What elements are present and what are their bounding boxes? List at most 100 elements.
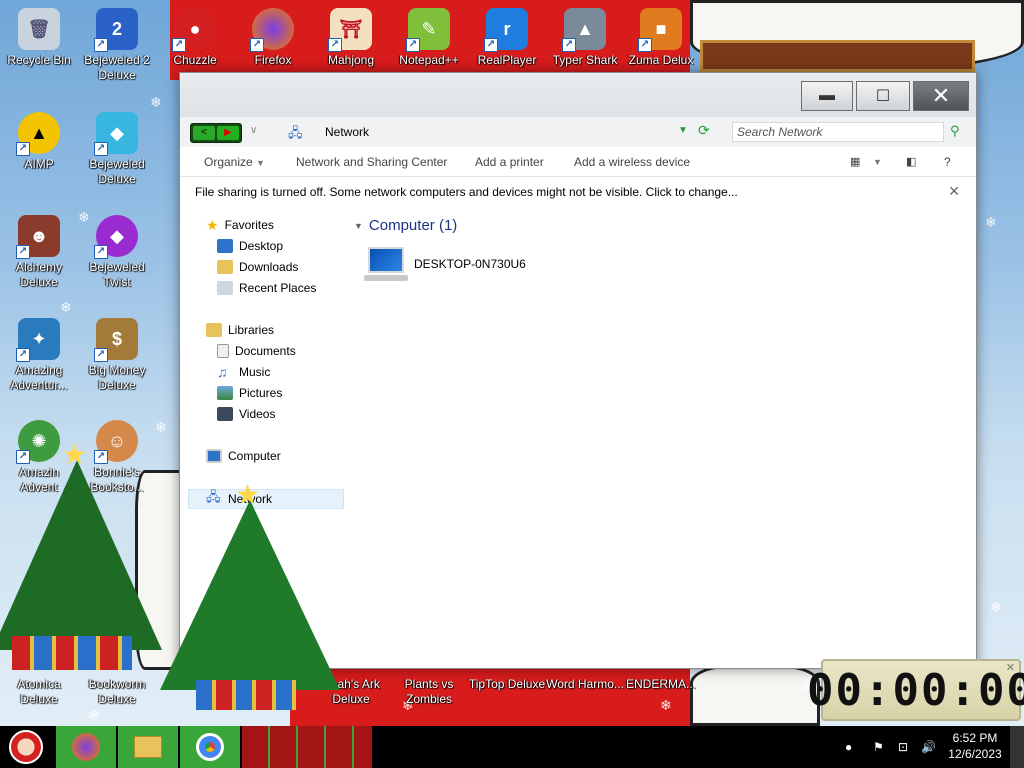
notepad-plus-icon: ✎ ↗	[406, 8, 450, 52]
taskbar-firefox[interactable]	[56, 726, 116, 768]
pictures-icon	[217, 386, 233, 400]
minimize-button[interactable]: ▬	[801, 81, 853, 111]
desktop-icon-bejeweled-twist[interactable]: ◆ ↗ Bejeweled Twist	[78, 215, 156, 290]
desktop-icon-bejeweled-2[interactable]: 2 ↗ Bejeweled 2 Deluxe	[78, 8, 156, 83]
snowflake-icon: ❄	[155, 420, 167, 436]
command-bar: Organize ▼ Network and Sharing Center Ad…	[180, 147, 976, 177]
organize-button[interactable]: Organize ▼	[204, 155, 265, 169]
chevron-down-icon: ▼	[256, 158, 265, 168]
network-sharing-center-button[interactable]: Network and Sharing Center	[296, 155, 447, 169]
preview-pane-icon[interactable]: ◧	[906, 155, 916, 168]
maximize-icon: ☐	[875, 88, 891, 105]
help-icon[interactable]: ?	[944, 155, 951, 169]
bejeweled-2-icon: 2 ↗	[94, 8, 138, 52]
taskbar-chrome[interactable]	[180, 726, 240, 768]
forward-button[interactable]: ▶	[217, 126, 239, 140]
snowflake-icon: ❄	[60, 300, 72, 316]
network-computer-name: DESKTOP-0N730U6	[414, 257, 526, 271]
close-icon[interactable]: ✕	[948, 183, 960, 200]
nav-pictures[interactable]: Pictures	[217, 383, 282, 403]
search-icon[interactable]: ⚲	[950, 123, 960, 139]
nav-music[interactable]: ♫ Music	[217, 362, 270, 382]
videos-icon	[217, 407, 233, 421]
taskbar-clock[interactable]: 6:52 PM 12/6/2023	[944, 730, 1006, 762]
add-printer-button[interactable]: Add a printer	[475, 155, 544, 169]
nav-buttons: < ▶	[190, 123, 242, 143]
search-input[interactable]: Search Network	[732, 122, 944, 142]
add-wireless-device-button[interactable]: Add a wireless device	[574, 155, 690, 169]
zuma-deluxe-icon: ■ ↗	[638, 8, 682, 52]
desktop-icon-big-money[interactable]: $ ↗ Big Money Deluxe	[78, 318, 156, 393]
close-icon: ✕	[931, 83, 951, 108]
maximize-button[interactable]: ☐	[856, 81, 910, 111]
chrome-icon	[196, 733, 224, 761]
view-chevron-icon[interactable]: ▼	[873, 157, 882, 167]
nav-documents[interactable]: Documents	[217, 341, 296, 361]
network-tray-icon[interactable]: ⊡	[898, 726, 908, 768]
bejeweled-twist-icon: ◆ ↗	[94, 215, 138, 259]
content-pane: ▼ Computer (1) DESKTOP-0N730U6	[350, 207, 978, 670]
notification-dot-icon[interactable]: ●	[845, 726, 852, 768]
presents	[12, 636, 132, 670]
clock-widget-display: 00:00:00	[807, 664, 1024, 716]
snowflake-icon: ❄	[150, 95, 162, 111]
info-bar[interactable]: File sharing is turned off. Some network…	[180, 177, 976, 207]
folder-icon	[134, 736, 162, 758]
nav-recent-places[interactable]: Recent Places	[217, 278, 316, 298]
volume-icon[interactable]: 🔊	[921, 726, 936, 768]
action-center-flag-icon[interactable]: ⚑	[873, 726, 884, 768]
nav-computer[interactable]: Computer	[206, 446, 281, 466]
info-bar-message[interactable]: File sharing is turned off. Some network…	[195, 185, 738, 199]
desktop-icon-alchemy-deluxe[interactable]: ☻ ↗ Alchemy Deluxe	[0, 215, 78, 290]
recent-places-icon	[217, 281, 233, 295]
view-options-icon[interactable]: ▦	[850, 155, 860, 168]
desktop-icon-chuzzle[interactable]: ● ↗ Chuzzle	[156, 8, 234, 68]
desktop-icon-realplayer[interactable]: r ↗ RealPlayer	[468, 8, 546, 68]
big-money-icon: $ ↗	[94, 318, 138, 362]
snowflake-icon: ❄	[985, 215, 997, 231]
taskbar-file-explorer[interactable]	[118, 726, 178, 768]
firefox-icon	[72, 733, 100, 761]
desktop-icon-notepad-plus[interactable]: ✎ ↗ Notepad++	[390, 8, 468, 68]
network-computer-item[interactable]: DESKTOP-0N730U6	[364, 247, 526, 281]
star-icon: ★	[235, 478, 261, 511]
start-button[interactable]	[0, 726, 52, 768]
computer-icon	[206, 449, 222, 463]
address-dropdown-icon[interactable]: ▼	[678, 125, 688, 136]
taskbar: ● ⚑ ⊡ 🔊 6:52 PM 12/6/2023	[0, 726, 1024, 768]
refresh-icon[interactable]: ⟳	[698, 122, 710, 139]
computer-monitor-icon	[364, 247, 408, 281]
group-header-computer[interactable]: ▼ Computer (1)	[354, 217, 457, 234]
nav-desktop[interactable]: Desktop	[217, 236, 283, 256]
picture-frame	[700, 40, 975, 72]
close-button[interactable]: ✕	[913, 81, 969, 111]
star-icon: ★	[62, 438, 88, 471]
desktop-icon-aimp[interactable]: ▲ ↗ AIMP	[0, 112, 78, 172]
close-icon[interactable]: ✕	[1006, 661, 1015, 674]
desktop-icon	[217, 239, 233, 253]
taskbar-running-window[interactable]	[242, 726, 372, 768]
desktop-icon-bejeweled-deluxe[interactable]: ◆ ↗ Bejeweled Deluxe	[78, 112, 156, 187]
address-bar: < ▶ ∨ 🖧 Network ▼ ⟳ Search Network ⚲	[180, 117, 976, 147]
desktop-icon-mahjong[interactable]: ⛩ ↗ Mahjong	[312, 8, 390, 68]
nav-favorites[interactable]: ★ Favorites	[206, 215, 274, 235]
desktop-icon-amazing-adventures[interactable]: ✦ ↗ Amazing Adventur...	[0, 318, 78, 393]
countdown-clock-widget[interactable]: 00:00:00 ✕	[807, 659, 1024, 721]
downloads-folder-icon	[217, 260, 233, 274]
chuzzle-icon: ● ↗	[172, 8, 216, 52]
recent-pages-chevron-icon[interactable]: ∨	[250, 125, 257, 136]
back-button[interactable]: <	[193, 126, 215, 140]
address-path[interactable]: Network	[325, 125, 369, 139]
show-desktop-button[interactable]	[1010, 726, 1024, 768]
desktop-icon-firefox[interactable]: ↗ Firefox	[234, 8, 312, 68]
desktop-icon-zuma-deluxe[interactable]: ■ ↗ Zuma Delux	[622, 8, 700, 68]
amazing-adventures-icon: ✦ ↗	[16, 318, 60, 362]
bejeweled-deluxe-icon: ◆ ↗	[94, 112, 138, 156]
desktop-icon-typer-shark[interactable]: ▲ ↗ Typer Shark	[546, 8, 624, 68]
desktop-icon-recycle-bin[interactable]: 🗑 Recycle Bin	[0, 8, 78, 68]
window-titlebar[interactable]: ▬ ☐ ✕	[180, 73, 976, 117]
nav-videos[interactable]: Videos	[217, 404, 275, 424]
network-location-icon: 🖧	[288, 125, 303, 140]
nav-downloads[interactable]: Downloads	[217, 257, 298, 277]
nav-libraries[interactable]: Libraries	[206, 320, 274, 340]
